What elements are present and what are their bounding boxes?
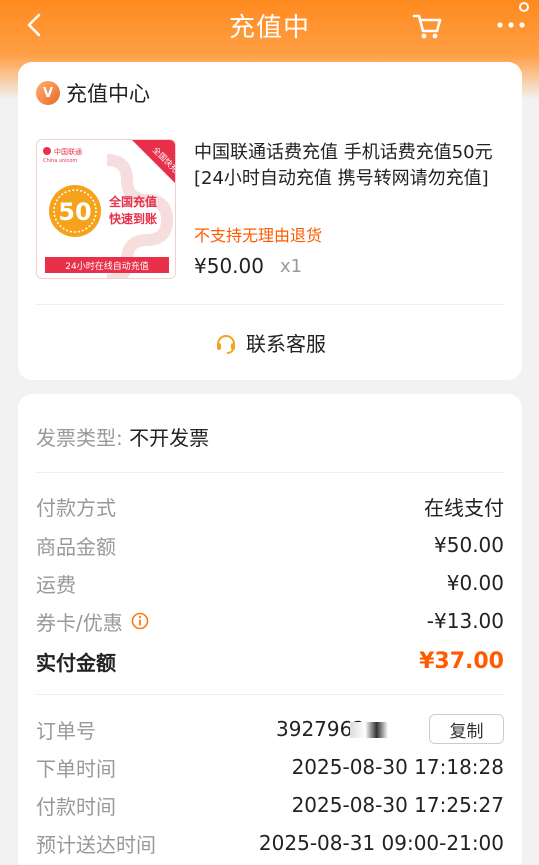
thumb-amount: 50 xyxy=(58,198,91,226)
cart-icon[interactable] xyxy=(410,8,444,42)
coupon-row: 券卡/优惠 -¥13.00 xyxy=(36,606,504,636)
thumb-line1: 全国充值 xyxy=(108,194,157,209)
order-created-value: 2025-08-30 17:18:28 xyxy=(291,755,504,779)
paid-amount-row: 实付金额 ¥37.00 xyxy=(36,646,504,676)
top-bar: 充值中 xyxy=(0,0,539,50)
eta-label: 预计送达时间 xyxy=(36,832,156,857)
headset-icon xyxy=(217,334,235,354)
thumb-line2: 快速到账 xyxy=(109,211,157,226)
payment-method-label: 付款方式 xyxy=(36,495,116,520)
order-number-mask xyxy=(350,722,388,738)
invoice-row: 发票类型: 不开发票 xyxy=(36,422,209,451)
goods-amount-value: ¥50.00 xyxy=(434,533,504,557)
product-price: ¥50.00 xyxy=(194,254,264,278)
payment-time-row: 付款时间 2025-08-30 17:25:27 xyxy=(36,790,504,820)
order-created-row: 下单时间 2025-08-30 17:18:28 xyxy=(36,752,504,782)
goods-amount-label: 商品金额 xyxy=(36,534,116,559)
no-return-notice: 不支持无理由退货 xyxy=(194,226,323,245)
page-title: 充值中 xyxy=(228,12,310,43)
copy-order-number-button[interactable]: 复制 xyxy=(429,714,504,744)
product-quantity: x1 xyxy=(280,256,303,277)
thumb-footer: 24小时在线自动充值 xyxy=(65,260,148,272)
divider xyxy=(36,472,504,473)
product-card: V 充值中心 中国联通 China unicom 全国快充 50 全国充值 快速… xyxy=(18,62,522,380)
coupon-label: 券卡/优惠 xyxy=(36,610,123,635)
product-title[interactable]: 中国联通话费充值 手机话费充值50元 [24小时自动充值 携号转网请勿充值] xyxy=(194,140,504,192)
coupon-label-wrap: 券卡/优惠 xyxy=(36,607,149,636)
order-number-label: 订单号 xyxy=(36,718,96,743)
order-detail-card: 发票类型: 不开发票 付款方式 在线支付 商品金额 ¥50.00 运费 ¥0.0… xyxy=(18,394,522,865)
info-icon[interactable] xyxy=(131,612,149,630)
order-created-label: 下单时间 xyxy=(36,756,116,781)
thumb-brand-en: China unicom xyxy=(43,158,77,164)
paid-amount-label: 实付金额 xyxy=(36,650,116,675)
invoice-value: 不开发票 xyxy=(129,426,210,450)
notification-dot xyxy=(519,2,529,12)
divider xyxy=(36,304,504,305)
contact-service-button[interactable]: 联系客服 xyxy=(18,328,522,357)
back-icon[interactable] xyxy=(22,12,48,38)
payment-method-row: 付款方式 在线支付 xyxy=(36,491,504,521)
shipping-value: ¥0.00 xyxy=(446,571,504,595)
shipping-label: 运费 xyxy=(36,572,76,597)
coupon-value: -¥13.00 xyxy=(426,609,504,633)
eta-value: 2025-08-31 09:00-21:00 xyxy=(258,831,504,855)
more-icon[interactable] xyxy=(493,8,529,42)
shop-name: 充值中心 xyxy=(66,82,150,106)
payment-time-label: 付款时间 xyxy=(36,794,116,819)
divider xyxy=(36,694,504,695)
product-image-icon: 中国联通 China unicom 全国快充 50 全国充值 快速到账 24小时… xyxy=(37,140,175,278)
thumb-brand: 中国联通 xyxy=(54,147,82,156)
contact-service-label: 联系客服 xyxy=(246,332,326,356)
eta-row: 预计送达时间 2025-08-31 09:00-21:00 xyxy=(36,828,504,858)
payment-method-value: 在线支付 xyxy=(424,495,504,520)
invoice-label: 发票类型: xyxy=(36,426,123,450)
shop-logo-icon: V xyxy=(36,81,60,105)
goods-amount-row: 商品金额 ¥50.00 xyxy=(36,530,504,560)
shop-row[interactable]: V 充值中心 xyxy=(36,78,150,108)
paid-amount-value: ¥37.00 xyxy=(419,648,504,674)
product-thumbnail[interactable]: 中国联通 China unicom 全国快充 50 全国充值 快速到账 24小时… xyxy=(36,139,176,279)
shipping-row: 运费 ¥0.00 xyxy=(36,568,504,598)
payment-time-value: 2025-08-30 17:25:27 xyxy=(291,793,504,817)
